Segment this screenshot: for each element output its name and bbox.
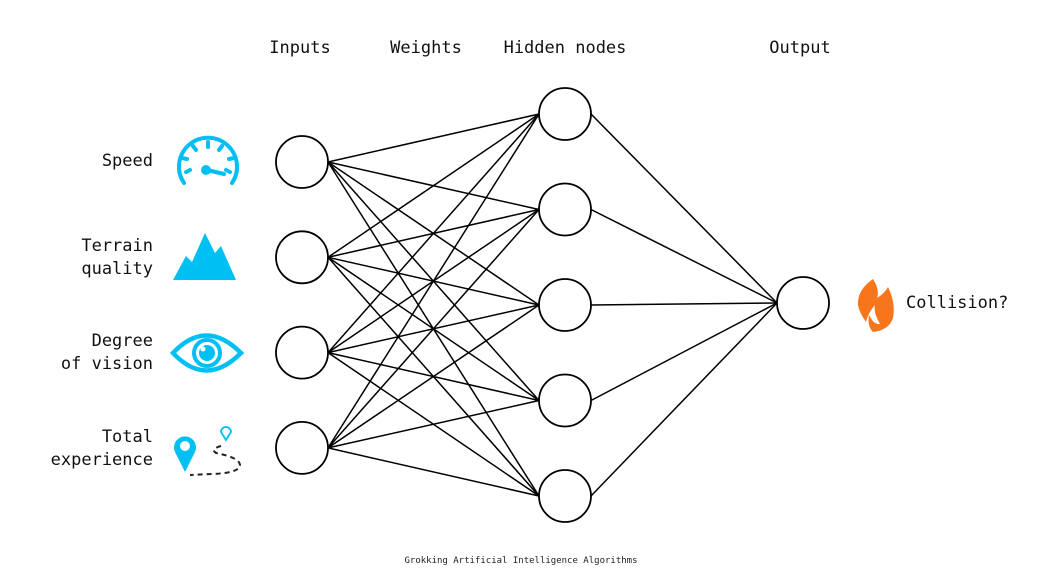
input-label-terrain-line1: Terrain <box>81 236 153 256</box>
weight-edge-in3-h1 <box>327 113 540 354</box>
hidden-node-2 <box>538 182 592 237</box>
output-label: Collision? <box>906 293 1008 313</box>
weight-edge-h1-out <box>590 113 778 304</box>
hidden-node-5 <box>538 469 592 523</box>
header-inputs: Inputs <box>269 38 330 58</box>
weight-edge-in2-h1 <box>327 113 540 258</box>
input-node-4 <box>275 420 329 475</box>
eye-icon <box>169 333 245 373</box>
weight-edge-in4-h2 <box>327 209 540 449</box>
input-node-1 <box>275 135 329 189</box>
output-node <box>776 276 830 330</box>
hidden-node-1 <box>538 87 592 141</box>
weight-edge-in4-h4 <box>327 399 540 449</box>
nodes-layer <box>275 87 830 523</box>
neural-network-diagram: Inputs Weights Hidden nodes Output Speed… <box>0 0 1043 582</box>
network-canvas: Inputs Weights Hidden nodes Output Speed… <box>51 38 1009 566</box>
input-node-3 <box>275 325 329 380</box>
weight-edge-h5-out <box>590 302 778 497</box>
header-output: Output <box>769 38 830 58</box>
header-hidden-nodes: Hidden nodes <box>504 38 627 58</box>
input-label-experience-line1: Total <box>102 427 153 447</box>
hidden-node-3 <box>538 278 592 332</box>
input-label-vision-line1: Degree <box>92 331 153 351</box>
weight-edge-h3-out <box>590 302 778 306</box>
weight-edge-in4-h5 <box>327 447 540 497</box>
fire-icon <box>857 279 894 332</box>
speedometer-icon <box>177 135 239 185</box>
hidden-node-4 <box>538 373 592 428</box>
input-label-vision-line2: of vision <box>61 354 153 374</box>
mountain-icon <box>173 233 236 280</box>
weight-edge-in1-h1 <box>327 113 540 163</box>
map-route-icon <box>174 426 241 476</box>
input-label-experience-line2: experience <box>51 450 153 470</box>
weight-edge-h4-out <box>590 302 778 402</box>
weight-edge-in4-h3 <box>327 304 540 449</box>
input-label-terrain-line2: quality <box>81 259 153 279</box>
input-node-2 <box>275 230 329 285</box>
header-weights: Weights <box>390 38 462 58</box>
weight-edge-h2-out <box>590 208 778 304</box>
footer-caption: Grokking Artificial Intelligence Algorit… <box>405 556 638 566</box>
weight-edge-in4-h1 <box>327 113 540 449</box>
input-label-speed: Speed <box>102 151 153 171</box>
